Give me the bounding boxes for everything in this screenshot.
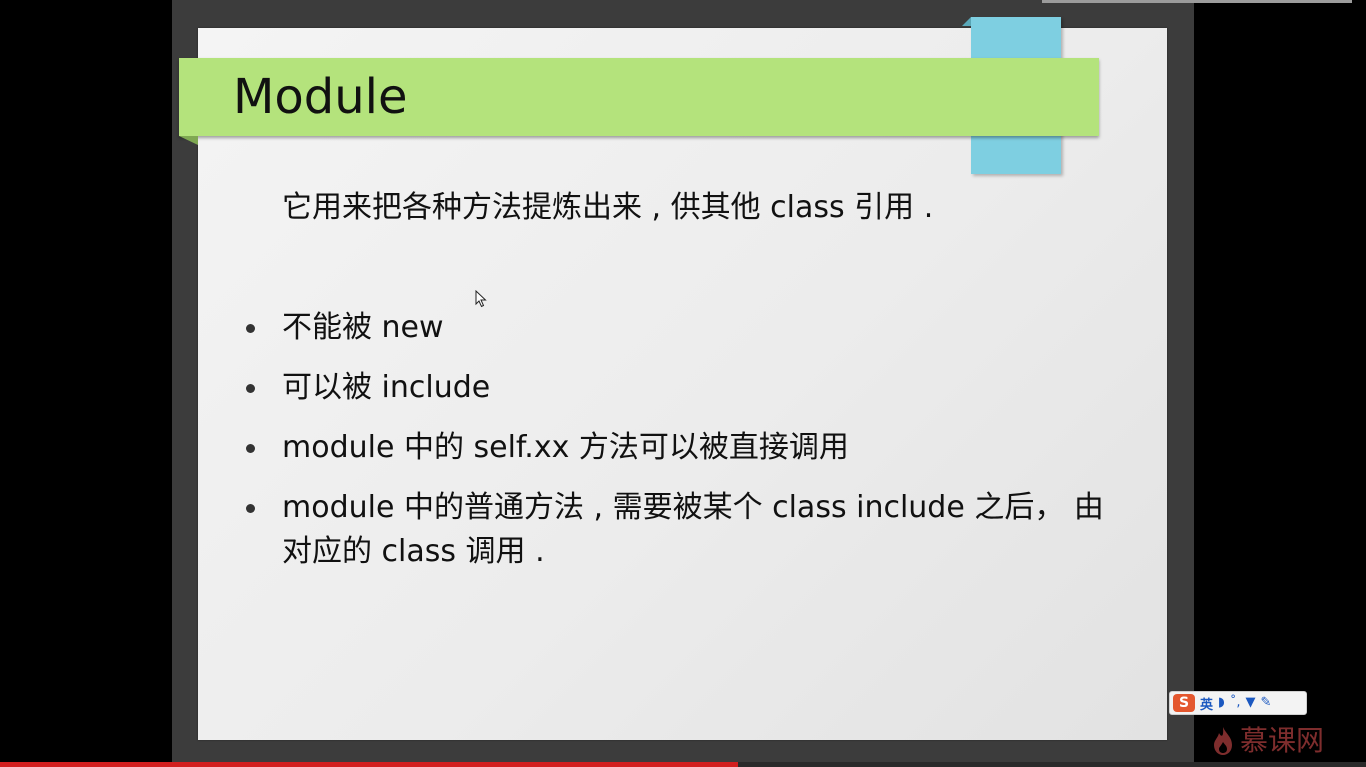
bullet-text: 可以被 include bbox=[282, 370, 491, 405]
wrench-icon[interactable]: ✎ bbox=[1261, 694, 1272, 712]
blue-ribbon-fold bbox=[962, 17, 971, 26]
video-progress-bar[interactable] bbox=[0, 762, 1366, 767]
flame-logo-icon bbox=[1214, 727, 1232, 755]
bullet-item: module 中的 self.xx 方法可以被直接调用 bbox=[240, 426, 1120, 470]
bullet-dot-icon bbox=[246, 384, 255, 393]
frame-top-tab bbox=[1042, 0, 1352, 3]
video-progress-fill bbox=[0, 762, 738, 767]
bullet-item: 可以被 include bbox=[240, 366, 1120, 410]
ime-language-toggle[interactable]: 英 bbox=[1200, 694, 1213, 713]
watermark-text: 慕课网 bbox=[1240, 724, 1325, 757]
ime-toolbar[interactable]: S 英 ◗ ˚, ▼ ✎ bbox=[1169, 691, 1307, 715]
bullet-item: module 中的普通方法 , 需要被某个 class include 之后， … bbox=[240, 486, 1120, 574]
bullet-text: 不能被 new bbox=[282, 310, 444, 345]
slide-intro-text: 它用来把各种方法提炼出来 , 供其他 class 引用 . bbox=[282, 190, 934, 225]
title-banner-fold bbox=[179, 136, 198, 145]
imooc-watermark: 慕课网 bbox=[1212, 721, 1324, 761]
bullet-dot-icon bbox=[246, 444, 255, 453]
bullet-item: 不能被 new bbox=[240, 306, 1120, 350]
bullet-list: 不能被 new 可以被 include module 中的 self.xx 方法… bbox=[240, 306, 1120, 590]
mouse-pointer-icon bbox=[475, 290, 487, 308]
slide-title: Module bbox=[233, 69, 408, 125]
bullet-dot-icon bbox=[246, 324, 255, 333]
moon-icon[interactable]: ◗ bbox=[1218, 694, 1225, 712]
bullet-dot-icon bbox=[246, 504, 255, 513]
video-player: Module 它用来把各种方法提炼出来 , 供其他 class 引用 . 不能被… bbox=[0, 0, 1366, 767]
bullet-text: module 中的普通方法 , 需要被某个 class include 之后， … bbox=[282, 490, 1104, 569]
sogou-logo-icon[interactable]: S bbox=[1173, 694, 1195, 712]
punctuation-icon[interactable]: ˚, bbox=[1230, 694, 1241, 712]
shirt-icon[interactable]: ▼ bbox=[1246, 694, 1256, 712]
bullet-text: module 中的 self.xx 方法可以被直接调用 bbox=[282, 430, 849, 465]
